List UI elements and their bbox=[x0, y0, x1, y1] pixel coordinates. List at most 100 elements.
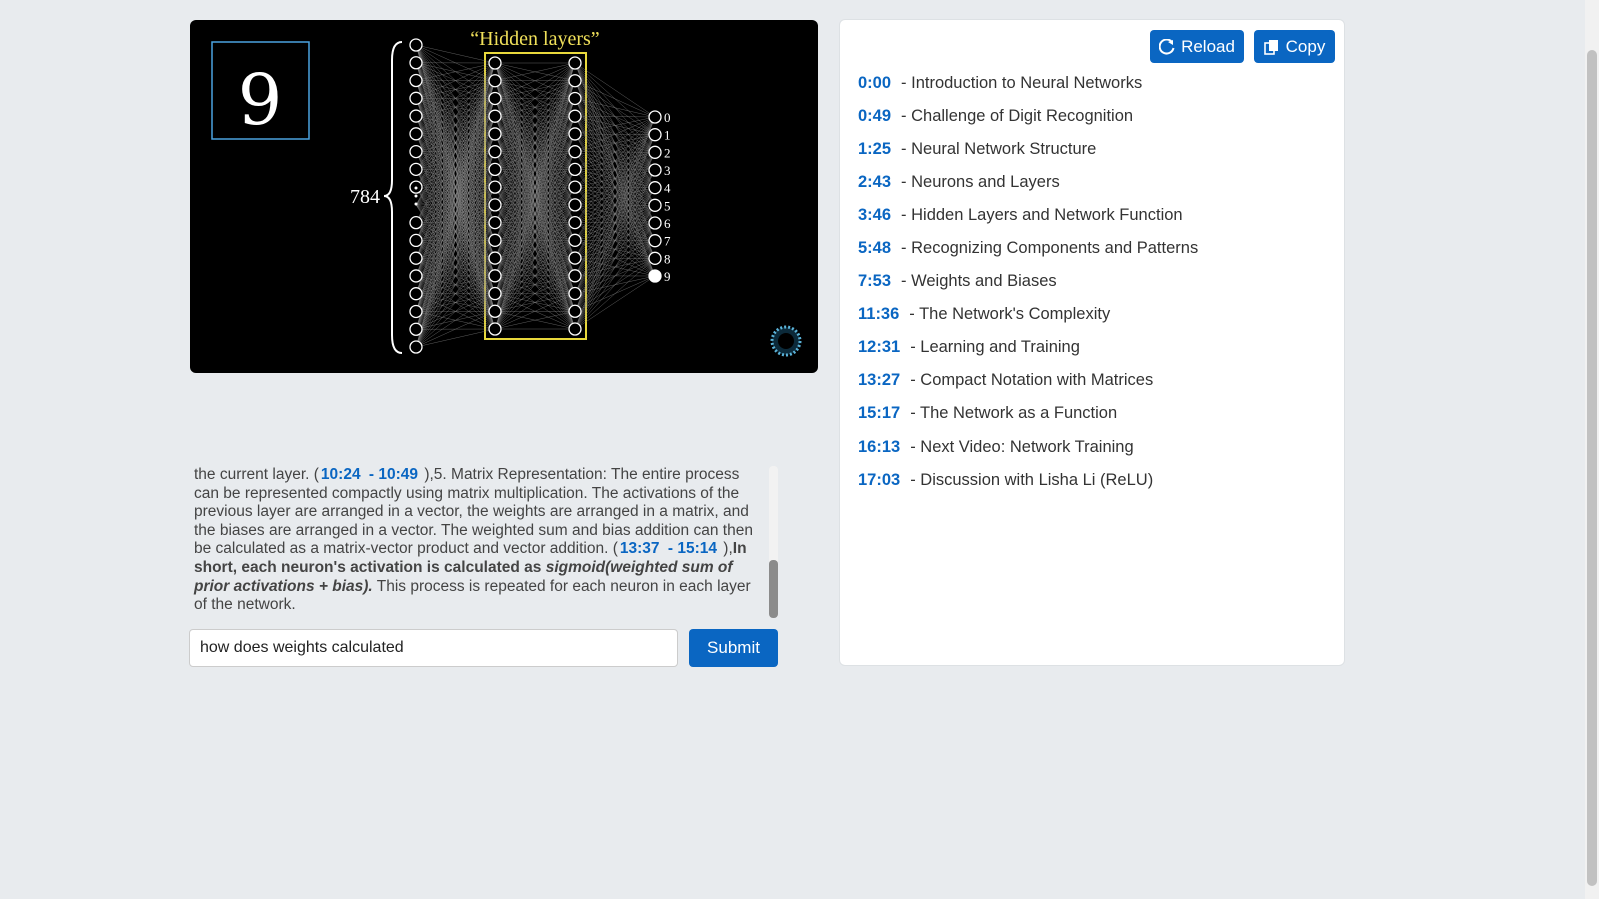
timestamp-link[interactable]: - 10:49 bbox=[369, 466, 418, 483]
timestamp-link[interactable]: 10:24 bbox=[321, 466, 361, 483]
chapter-title: - Neurons and Layers bbox=[901, 173, 1060, 192]
chapter-item: 1:25 - Neural Network Structure bbox=[858, 140, 1198, 173]
chapter-item: 0:49 - Challenge of Digit Recognition bbox=[858, 107, 1198, 140]
channel-logo-center bbox=[778, 333, 794, 349]
neuron bbox=[568, 233, 582, 247]
chapter-list: 0:00 - Introduction to Neural Networks 0:4… bbox=[858, 74, 1198, 504]
neuron bbox=[488, 74, 502, 88]
chapter-timestamp-link[interactable]: 0:49 bbox=[858, 107, 891, 126]
chapter-title: - Discussion with Lisha Li (ReLU) bbox=[910, 470, 1154, 489]
chapter-timestamp-link[interactable]: 0:00 bbox=[858, 74, 891, 93]
output-label: 2 bbox=[664, 145, 671, 160]
input-count-label: 784 bbox=[350, 186, 380, 208]
chapter-title: - Recognizing Components and Patterns bbox=[901, 239, 1199, 258]
neuron bbox=[409, 91, 423, 105]
chapter-item: 13:27 - Compact Notation with Matrices bbox=[858, 371, 1198, 404]
neuron bbox=[568, 56, 582, 70]
neuron bbox=[409, 56, 423, 70]
neuron bbox=[568, 162, 582, 177]
neuron bbox=[488, 215, 502, 230]
chapter-timestamp-link[interactable]: 1:25 bbox=[858, 140, 891, 159]
page-scrollbar-thumb[interactable] bbox=[1587, 50, 1597, 886]
neural-network-illustration: 9 “Hidden layers” 784 0 1 2 3 4 5 6 7 8 9 bbox=[211, 28, 802, 357]
chapter-timestamp-link[interactable]: 12:31 bbox=[858, 338, 900, 357]
neuron bbox=[409, 144, 423, 159]
output-neuron bbox=[648, 128, 662, 142]
page-scrollbar[interactable] bbox=[1585, 0, 1599, 899]
output-label: 5 bbox=[664, 198, 671, 213]
timestamp-link[interactable]: - 15:14 bbox=[668, 540, 717, 557]
chapter-timestamp-link[interactable]: 5:48 bbox=[858, 239, 891, 258]
chapter-item: 0:00 - Introduction to Neural Networks bbox=[858, 74, 1198, 107]
neuron bbox=[409, 322, 423, 336]
neuron bbox=[568, 198, 582, 212]
timestamp-link[interactable]: 13:37 bbox=[620, 540, 660, 557]
neuron bbox=[568, 286, 582, 301]
chapter-timestamp-link[interactable]: 16:13 bbox=[858, 438, 900, 457]
question-input[interactable] bbox=[189, 629, 678, 667]
neuron bbox=[568, 180, 582, 194]
chat-response: the current layer. (10:24 - 10:49 ),5. M… bbox=[194, 466, 753, 614]
chapter-timestamp-link[interactable]: 15:17 bbox=[858, 404, 900, 423]
chapter-title: - Introduction to Neural Networks bbox=[901, 74, 1143, 92]
connection-lines bbox=[415, 44, 656, 348]
neuron bbox=[568, 215, 582, 230]
neuron bbox=[568, 322, 582, 336]
neuron bbox=[409, 38, 423, 52]
chapter-timestamp-link[interactable]: 3:46 bbox=[858, 206, 891, 225]
chapter-title: - Challenge of Digit Recognition bbox=[901, 107, 1134, 126]
neuron bbox=[568, 127, 582, 141]
neuron bbox=[409, 233, 423, 248]
neuron bbox=[409, 162, 423, 177]
chapter-item: 5:48 - Recognizing Components and Pattern… bbox=[858, 239, 1198, 272]
chat-scrollbar-thumb[interactable] bbox=[769, 560, 778, 618]
chapter-title: - Learning and Training bbox=[910, 338, 1080, 357]
output-label: 1 bbox=[664, 128, 671, 143]
reload-button[interactable]: Reload bbox=[1150, 30, 1244, 63]
chapter-timestamp-link[interactable]: 2:43 bbox=[858, 173, 891, 192]
video-player[interactable]: 9 “Hidden layers” 784 0 1 2 3 4 5 6 7 8 9 bbox=[190, 20, 818, 373]
neuron bbox=[409, 215, 423, 230]
chapter-timestamp-link[interactable]: 17:03 bbox=[858, 471, 900, 490]
neuron bbox=[488, 180, 502, 194]
neuron bbox=[568, 145, 582, 159]
neuron bbox=[568, 251, 582, 265]
output-neuron bbox=[648, 198, 662, 212]
chapter-timestamp-link[interactable]: 7:53 bbox=[858, 272, 891, 291]
neuron bbox=[488, 56, 502, 70]
chapter-title: - The Network as a Function bbox=[910, 404, 1118, 423]
neuron bbox=[488, 91, 502, 106]
output-neuron bbox=[648, 181, 662, 195]
output-neuron bbox=[648, 163, 662, 177]
output-label: 8 bbox=[664, 251, 671, 266]
output-neuron bbox=[648, 110, 662, 124]
neuron bbox=[488, 162, 502, 177]
neuron bbox=[409, 304, 423, 319]
output-neuron bbox=[648, 251, 662, 265]
hidden-layers-label: “Hidden layers” bbox=[470, 28, 599, 50]
chapter-timestamp-link[interactable]: 11:36 bbox=[858, 305, 899, 324]
neuron bbox=[568, 304, 582, 318]
copy-button[interactable]: Copy bbox=[1254, 30, 1335, 63]
chapter-title: - Neural Network Structure bbox=[901, 140, 1097, 159]
chapter-item: 2:43 - Neurons and Layers bbox=[858, 173, 1198, 206]
chapter-title: - Weights and Biases bbox=[901, 272, 1057, 291]
submit-button[interactable]: Submit bbox=[689, 629, 778, 667]
neuron bbox=[488, 251, 502, 265]
output-label: 0 bbox=[664, 110, 671, 125]
chapter-item: 12:31 - Learning and Training bbox=[858, 338, 1198, 371]
chapter-item: 7:53 - Weights and Biases bbox=[858, 272, 1198, 305]
neuron bbox=[488, 286, 502, 301]
neuron bbox=[488, 145, 502, 159]
chapter-item: 11:36 - The Network's Complexity bbox=[858, 305, 1198, 338]
chapter-timestamp-link[interactable]: 13:27 bbox=[858, 371, 900, 390]
chapter-item: 17:03 - Discussion with Lisha Li (ReLU) bbox=[858, 471, 1198, 504]
neuron bbox=[409, 287, 423, 301]
refresh-icon bbox=[1159, 38, 1175, 54]
output-label: 7 bbox=[664, 234, 671, 249]
output-neuron bbox=[648, 145, 662, 159]
neuron bbox=[488, 127, 502, 141]
neuron bbox=[409, 73, 423, 88]
neuron bbox=[488, 304, 502, 318]
output-labels: 0 1 2 3 4 5 6 7 8 9 bbox=[664, 110, 671, 284]
